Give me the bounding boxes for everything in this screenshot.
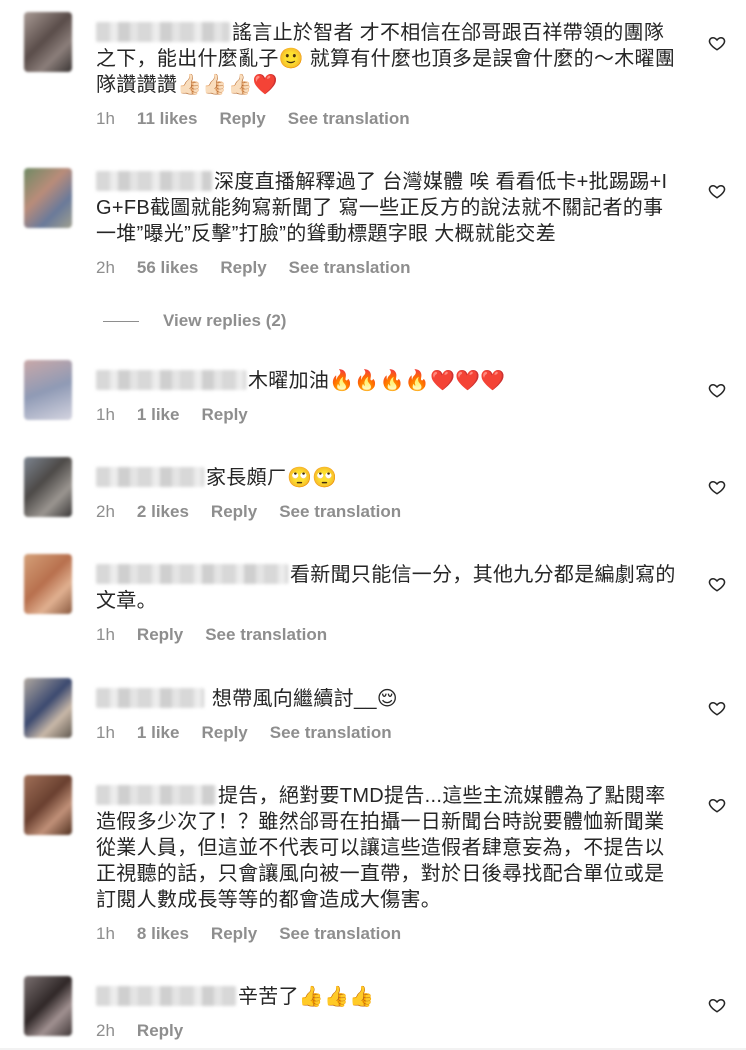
see-translation-button[interactable]: See translation	[279, 502, 401, 522]
comment-time[interactable]: 2h	[96, 258, 115, 278]
username[interactable]	[96, 467, 204, 487]
see-translation-button[interactable]: See translation	[205, 625, 327, 645]
reply-button[interactable]: Reply	[219, 109, 265, 129]
heart-icon[interactable]	[708, 182, 726, 200]
comment-text: 提告，絕對要TMD提告...這些主流媒體為了點閱率造假多少次了！？雖然郃哥在拍攝…	[96, 785, 666, 911]
reply-button[interactable]: Reply	[220, 258, 266, 278]
comment-time[interactable]: 1h	[96, 924, 115, 944]
comment-text: 想帶風向繼續討__😌	[96, 686, 682, 712]
heart-icon[interactable]	[708, 478, 726, 496]
heart-icon[interactable]	[708, 699, 726, 717]
heart-icon[interactable]	[708, 575, 726, 593]
likes-count[interactable]: 2 likes	[137, 502, 189, 522]
see-translation-button[interactable]: See translation	[288, 109, 410, 129]
comment-text: 辛苦了👍👍👍	[96, 984, 682, 1010]
heart-icon[interactable]	[708, 796, 726, 814]
likes-count[interactable]: 56 likes	[137, 258, 198, 278]
avatar[interactable]	[24, 457, 72, 517]
comment-time[interactable]: 1h	[96, 109, 115, 129]
comment-text: 家長頗ㄏ🙄🙄	[96, 465, 682, 491]
username[interactable]	[96, 171, 212, 191]
username[interactable]	[96, 22, 230, 42]
comment-time[interactable]: 1h	[96, 625, 115, 645]
username[interactable]	[96, 564, 288, 584]
see-translation-button[interactable]: See translation	[279, 924, 401, 944]
username[interactable]	[96, 688, 204, 708]
comment-time[interactable]: 2h	[96, 502, 115, 522]
comment-text: 深度直播解釋過了 台灣媒體 唉 看看低卡+批踢踢+IG+FB截圖就能夠寫新聞了 …	[96, 171, 668, 245]
reply-button[interactable]: Reply	[137, 1021, 183, 1041]
comment-text: 木曜加油🔥🔥🔥🔥❤️❤️❤️	[96, 368, 682, 394]
likes-count[interactable]: 1 like	[137, 405, 180, 425]
reply-button[interactable]: Reply	[211, 924, 257, 944]
reply-button[interactable]: Reply	[137, 625, 183, 645]
heart-icon[interactable]	[708, 34, 726, 52]
reply-button[interactable]: Reply	[201, 405, 247, 425]
avatar[interactable]	[24, 976, 72, 1036]
likes-count[interactable]: 1 like	[137, 723, 180, 743]
comment-text: 謠言止於智者 才不相信在郃哥跟百祥帶領的團隊之下，能出什麼亂子🙂 就算有什麼也頂…	[96, 22, 676, 96]
comment-time[interactable]: 1h	[96, 405, 115, 425]
username[interactable]	[96, 370, 246, 390]
avatar[interactable]	[24, 554, 72, 614]
username[interactable]	[96, 986, 236, 1006]
view-replies-label[interactable]: View replies (2)	[163, 311, 286, 331]
reply-button[interactable]: Reply	[211, 502, 257, 522]
see-translation-button[interactable]: See translation	[270, 723, 392, 743]
see-translation-button[interactable]: See translation	[289, 258, 411, 278]
likes-count[interactable]: 8 likes	[137, 924, 189, 944]
avatar[interactable]	[24, 360, 72, 420]
replies-divider	[103, 320, 139, 322]
heart-icon[interactable]	[708, 996, 726, 1014]
avatar[interactable]	[24, 775, 72, 835]
avatar[interactable]	[24, 678, 72, 738]
avatar[interactable]	[24, 168, 72, 228]
comment-text: 看新聞只能信一分，其他九分都是編劇寫的文章。	[96, 564, 676, 612]
heart-icon[interactable]	[708, 381, 726, 399]
comment-time[interactable]: 2h	[96, 1021, 115, 1041]
likes-count[interactable]: 11 likes	[137, 109, 198, 129]
comment-time[interactable]: 1h	[96, 723, 115, 743]
username[interactable]	[96, 785, 216, 805]
view-replies-button[interactable]: View replies (2)	[103, 311, 286, 331]
avatar[interactable]	[24, 12, 72, 72]
reply-button[interactable]: Reply	[201, 723, 247, 743]
